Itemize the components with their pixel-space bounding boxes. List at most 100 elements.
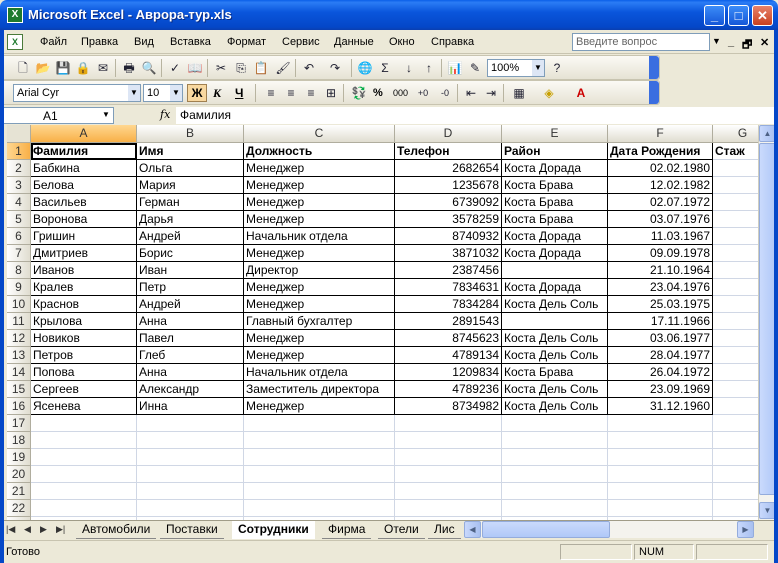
workbook-icon[interactable]: X — [7, 34, 23, 50]
row-header[interactable]: 11 — [7, 313, 31, 330]
table-cell[interactable]: Менеджер — [244, 398, 395, 415]
table-cell[interactable]: Коста Брава — [502, 177, 608, 194]
empty-cell[interactable] — [395, 432, 502, 449]
empty-cell[interactable] — [137, 432, 244, 449]
empty-cell[interactable] — [244, 500, 395, 517]
percent-button[interactable]: % — [373, 85, 383, 101]
paste-icon[interactable]: 📋 — [253, 60, 269, 76]
empty-cell[interactable] — [137, 415, 244, 432]
table-cell[interactable]: 12.02.1982 — [608, 177, 713, 194]
header-cell[interactable]: Должность — [244, 143, 395, 160]
row-header[interactable]: 4 — [7, 194, 31, 211]
align-left-icon[interactable]: ≡ — [263, 85, 279, 101]
email-icon[interactable]: ✉ — [95, 60, 111, 76]
chart-wizard-icon[interactable]: 📊 — [447, 60, 463, 76]
empty-cell[interactable] — [608, 415, 713, 432]
table-cell[interactable]: Кралев — [31, 279, 137, 296]
row-header[interactable]: 5 — [7, 211, 31, 228]
table-cell[interactable]: 7834631 — [395, 279, 502, 296]
empty-cell[interactable] — [31, 500, 137, 517]
sheet-tab[interactable]: Сотрудники — [232, 521, 315, 539]
drawing-icon[interactable]: ✎ — [467, 60, 483, 76]
vertical-scrollbar[interactable]: ▲ ▼ — [758, 125, 776, 520]
table-cell[interactable]: Менеджер — [244, 211, 395, 228]
table-cell[interactable]: Менеджер — [244, 296, 395, 313]
header-cell[interactable]: Район — [502, 143, 608, 160]
empty-cell[interactable] — [608, 432, 713, 449]
empty-cell[interactable] — [713, 279, 758, 296]
column-header[interactable]: B — [137, 125, 244, 143]
menu-item[interactable]: Справка — [431, 36, 474, 48]
table-cell[interactable]: Коста Дель Соль — [502, 347, 608, 364]
empty-cell[interactable] — [137, 500, 244, 517]
empty-cell[interactable] — [608, 466, 713, 483]
table-cell[interactable]: Бабкина — [31, 160, 137, 177]
empty-cell[interactable] — [713, 398, 758, 415]
zoom-select[interactable]: 100% ▼ — [487, 59, 545, 77]
table-cell[interactable]: Начальник отдела — [244, 364, 395, 381]
row-header[interactable]: 14 — [7, 364, 31, 381]
empty-cell[interactable] — [395, 449, 502, 466]
empty-cell[interactable] — [395, 483, 502, 500]
last-sheet-icon[interactable]: ▶| — [56, 524, 65, 535]
menu-item[interactable]: Правка — [81, 36, 118, 48]
row-header[interactable]: 13 — [7, 347, 31, 364]
sort-ascending-icon[interactable]: ↓ — [401, 60, 417, 76]
table-cell[interactable]: Главный бухгалтер — [244, 313, 395, 330]
close-button[interactable]: ✕ — [752, 5, 773, 26]
table-cell[interactable]: Анна — [137, 313, 244, 330]
table-cell[interactable]: Петров — [31, 347, 137, 364]
underline-button[interactable]: Ч — [235, 85, 243, 101]
empty-cell[interactable] — [713, 466, 758, 483]
empty-cell[interactable] — [395, 415, 502, 432]
table-cell[interactable]: 6739092 — [395, 194, 502, 211]
next-sheet-icon[interactable]: ▶ — [40, 524, 47, 535]
menu-item[interactable]: Сервис — [282, 36, 320, 48]
row-header[interactable]: 2 — [7, 160, 31, 177]
empty-cell[interactable] — [395, 466, 502, 483]
table-cell[interactable]: Петр — [137, 279, 244, 296]
table-cell[interactable]: Краснов — [31, 296, 137, 313]
table-cell[interactable]: Андрей — [137, 228, 244, 245]
table-cell[interactable]: 23.04.1976 — [608, 279, 713, 296]
menu-item[interactable]: Окно — [389, 36, 415, 48]
empty-cell[interactable] — [502, 449, 608, 466]
help-icon[interactable]: ? — [549, 60, 565, 76]
sheet-tab[interactable]: Поставки — [160, 521, 224, 539]
table-cell[interactable]: Коста Дорада — [502, 245, 608, 262]
redo-icon[interactable]: ↷ — [327, 60, 343, 76]
table-cell[interactable]: 02.07.1972 — [608, 194, 713, 211]
table-cell[interactable]: Дарья — [137, 211, 244, 228]
table-cell[interactable]: Мария — [137, 177, 244, 194]
row-header[interactable]: 9 — [7, 279, 31, 296]
excel-icon[interactable]: X — [7, 7, 23, 23]
table-cell[interactable]: Менеджер — [244, 245, 395, 262]
header-cell[interactable]: Стаж — [713, 143, 758, 160]
merge-center-icon[interactable]: ⊞ — [323, 85, 339, 101]
column-header[interactable]: A — [31, 125, 137, 143]
header-cell[interactable]: Фамилия — [31, 143, 137, 160]
table-cell[interactable]: Гришин — [31, 228, 137, 245]
table-cell[interactable] — [502, 313, 608, 330]
empty-cell[interactable] — [395, 500, 502, 517]
empty-cell[interactable] — [244, 483, 395, 500]
comma-style-button[interactable]: 000 — [393, 85, 408, 101]
table-cell[interactable]: 8745623 — [395, 330, 502, 347]
empty-cell[interactable] — [244, 466, 395, 483]
spelling-icon[interactable]: ✓ — [167, 60, 183, 76]
table-cell[interactable]: 8734982 — [395, 398, 502, 415]
empty-cell[interactable] — [713, 364, 758, 381]
decrease-indent-icon[interactable]: ⇤ — [463, 85, 479, 101]
borders-icon[interactable]: ▦ — [511, 85, 527, 101]
row-header[interactable]: 15 — [7, 381, 31, 398]
table-cell[interactable]: 1235678 — [395, 177, 502, 194]
empty-cell[interactable] — [137, 466, 244, 483]
table-cell[interactable]: 26.04.1972 — [608, 364, 713, 381]
empty-cell[interactable] — [713, 483, 758, 500]
increase-indent-icon[interactable]: ⇥ — [483, 85, 499, 101]
horizontal-scroll-thumb[interactable] — [482, 521, 610, 538]
table-cell[interactable]: Менеджер — [244, 279, 395, 296]
help-search-input[interactable]: Введите вопрос — [572, 33, 710, 51]
table-cell[interactable]: Начальник отдела — [244, 228, 395, 245]
empty-cell[interactable] — [31, 449, 137, 466]
